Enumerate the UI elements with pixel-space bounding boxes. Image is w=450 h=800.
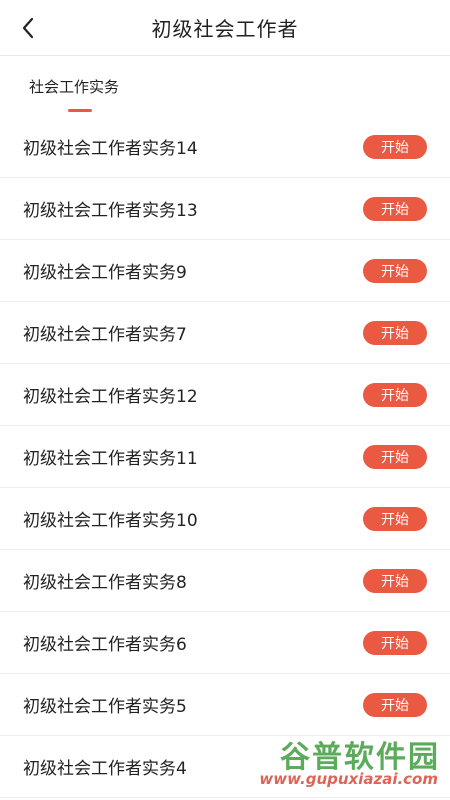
list-item-label: 初级社会工作者实务4 [23,759,187,779]
app-header: 初级社会工作者 [0,0,450,56]
back-button[interactable] [12,12,44,44]
tab-social-work-practice[interactable]: 社会工作实务 [29,76,119,97]
list-item-label: 初级社会工作者实务11 [23,449,198,469]
start-button[interactable]: 开始 [363,320,427,345]
start-button[interactable]: 开始 [363,568,427,593]
start-button[interactable]: 开始 [363,382,427,407]
list-item[interactable]: 初级社会工作者实务11 开始 [0,426,450,488]
start-button[interactable]: 开始 [363,630,427,655]
start-button[interactable]: 开始 [363,196,427,221]
list-item[interactable]: 初级社会工作者实务8 开始 [0,550,450,612]
list-item-label: 初级社会工作者实务6 [23,635,187,655]
list-item-label: 初级社会工作者实务7 [23,325,187,345]
list-item[interactable]: 初级社会工作者实务6 开始 [0,612,450,674]
page-title: 初级社会工作者 [151,17,299,41]
chevron-left-icon [22,17,34,39]
start-button[interactable]: 开始 [363,444,427,469]
list-item[interactable]: 初级社会工作者实务5 开始 [0,674,450,736]
active-tab-indicator [68,109,92,112]
list-item[interactable]: 初级社会工作者实务9 开始 [0,240,450,302]
start-button[interactable]: 开始 [363,258,427,283]
list-item[interactable]: 初级社会工作者实务7 开始 [0,302,450,364]
start-button[interactable]: 开始 [363,506,427,531]
list-item[interactable]: 初级社会工作者实务14 开始 [0,116,450,178]
list-item-label: 初级社会工作者实务13 [23,201,198,221]
exam-list: 初级社会工作者实务14 开始 初级社会工作者实务13 开始 初级社会工作者实务9… [0,116,450,798]
list-item-label: 初级社会工作者实务9 [23,263,187,283]
list-item[interactable]: 初级社会工作者实务12 开始 [0,364,450,426]
list-item-label: 初级社会工作者实务5 [23,697,187,717]
list-item[interactable]: 初级社会工作者实务4 [0,736,450,798]
list-item-label: 初级社会工作者实务14 [23,139,198,159]
start-button[interactable]: 开始 [363,134,427,159]
list-item[interactable]: 初级社会工作者实务13 开始 [0,178,450,240]
list-item-label: 初级社会工作者实务10 [23,511,198,531]
tab-bar: 社会工作实务 [0,56,450,116]
list-item-label: 初级社会工作者实务12 [23,387,198,407]
list-item[interactable]: 初级社会工作者实务10 开始 [0,488,450,550]
list-item-label: 初级社会工作者实务8 [23,573,187,593]
start-button[interactable]: 开始 [363,692,427,717]
